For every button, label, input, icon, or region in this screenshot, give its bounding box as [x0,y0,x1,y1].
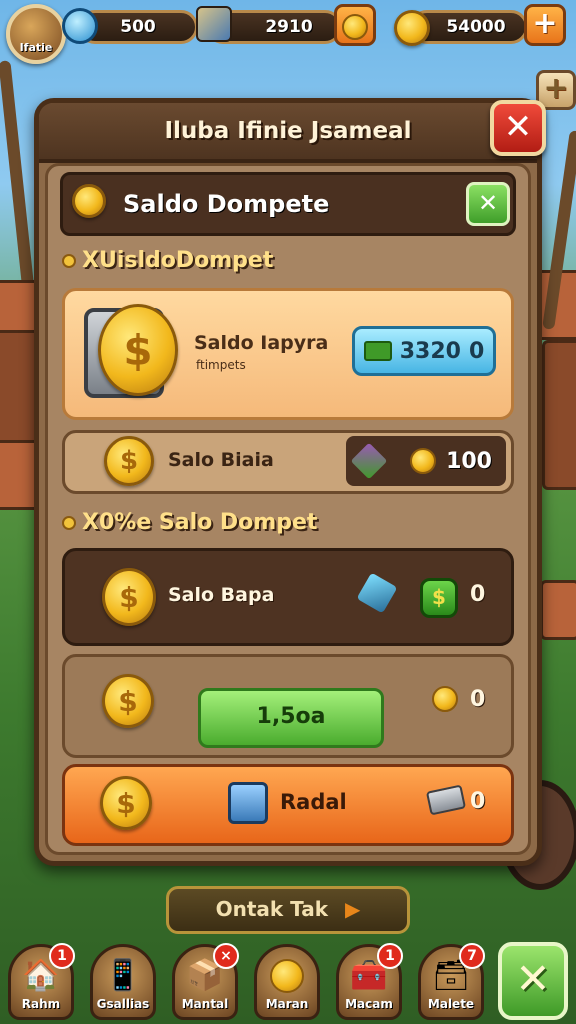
balance-3-value: 0 [470,582,486,607]
notification-badge: × [213,943,239,969]
nav-label: Gsallias [96,997,150,1011]
gem-icon [62,8,98,44]
section-label-1: XUisldoDompet [62,248,273,273]
main-balance-button[interactable]: 3320 0 [352,326,496,376]
add-coins-button[interactable]: + [524,4,566,46]
balance-2-value: 100 [446,448,492,474]
dollar-coin-icon: $ [102,568,156,626]
section-2-title: X0%e Salo Dompet [82,510,318,535]
energy-value: 2910 [265,17,313,37]
notification-badge: 1 [377,943,403,969]
nav-item-crate[interactable]: 🗃 Malete 7 [418,943,485,1020]
withdraw-button[interactable]: 1,5oa [198,688,384,748]
nav-label: Macam [345,997,393,1011]
dollar-coin-icon: $ [100,776,152,830]
player-avatar[interactable]: Ifatie [6,4,66,64]
dollar-hex-icon: $ [420,578,458,618]
main-balance-title: Saldo Iapyra [194,332,329,354]
panel-title: Iluba Ifinie Jsameal [39,103,537,163]
nav-item-phone[interactable]: 📱 Gsallias [90,944,156,1020]
close-button[interactable]: ✕ [490,100,546,156]
balance-2-value-box: 100 [346,436,506,486]
nav-label: Mantal [181,997,229,1011]
bag-icon [228,782,268,824]
coin-stack-icon [72,184,106,218]
arrow-right-icon: ▶ [345,897,361,921]
cash-icon [363,341,392,361]
avatar-label: Ifatie [19,41,53,54]
resource-bar: Ifatie 500 2910 54000 + [0,0,576,64]
header-close-button[interactable]: ✕ [466,182,510,226]
nav-item-box[interactable]: 📦 Mantal × [172,943,239,1020]
sword-icon [350,442,388,480]
dollar-coin-icon: $ [102,674,154,728]
notification-badge: 7 [459,943,485,969]
phone-icon: 📱 [104,958,142,993]
nav-label: Maran [265,997,309,1011]
nav-item-coin[interactable]: Maran [254,944,320,1020]
bullet-icon [62,254,76,268]
nav-item-chest[interactable]: 🧰 Macam 1 [336,943,403,1020]
coins-value: 54000 [446,17,506,37]
wallet-header-title: Saldo Dompete [123,190,330,218]
map-icon [196,6,232,42]
main-balance-value: 3320 [399,338,461,364]
nav-close-button[interactable]: ✕ [498,942,568,1020]
section-label-2: X0%e Salo Dompet [62,510,317,535]
nav-item-home[interactable]: 🏠 Rahm 1 [8,943,75,1020]
coin-icon [342,14,368,40]
bullet-icon [62,516,76,530]
notification-badge: 1 [49,943,75,969]
nav-label: Malete [427,997,475,1011]
nav-label: Rahm [21,997,61,1011]
coin-stack-icon [394,10,430,46]
balance-3-label: Salo Bapa [168,584,275,606]
dollar-coin-icon: $ [104,436,154,486]
section-1-title: XUisldoDompet [82,248,274,273]
balance-5-label: Radal [280,790,347,814]
main-balance-subtitle: ftimpets [196,358,246,372]
coin-icon [410,448,437,474]
bottom-nav: 🏠 Rahm 1 📱 Gsallias 📦 Mantal × Maran 🧰 M… [0,938,576,1024]
contact-button[interactable]: Ontak Tak ▶ [166,886,410,934]
balance-2-label: Salo Biaia [168,449,274,471]
coin-icon [270,959,304,993]
coin-icon [432,686,458,712]
gems-value: 500 [120,17,156,37]
main-balance-value2: 0 [468,338,485,364]
balance-5-value: 0 [470,789,486,814]
balance-4-value: 0 [470,687,486,712]
add-coin-button[interactable] [334,4,376,46]
wallet-header: Saldo Dompete [60,172,516,236]
contact-label: Ontak Tak [215,897,329,921]
dollar-coin-icon: $ [98,304,178,396]
